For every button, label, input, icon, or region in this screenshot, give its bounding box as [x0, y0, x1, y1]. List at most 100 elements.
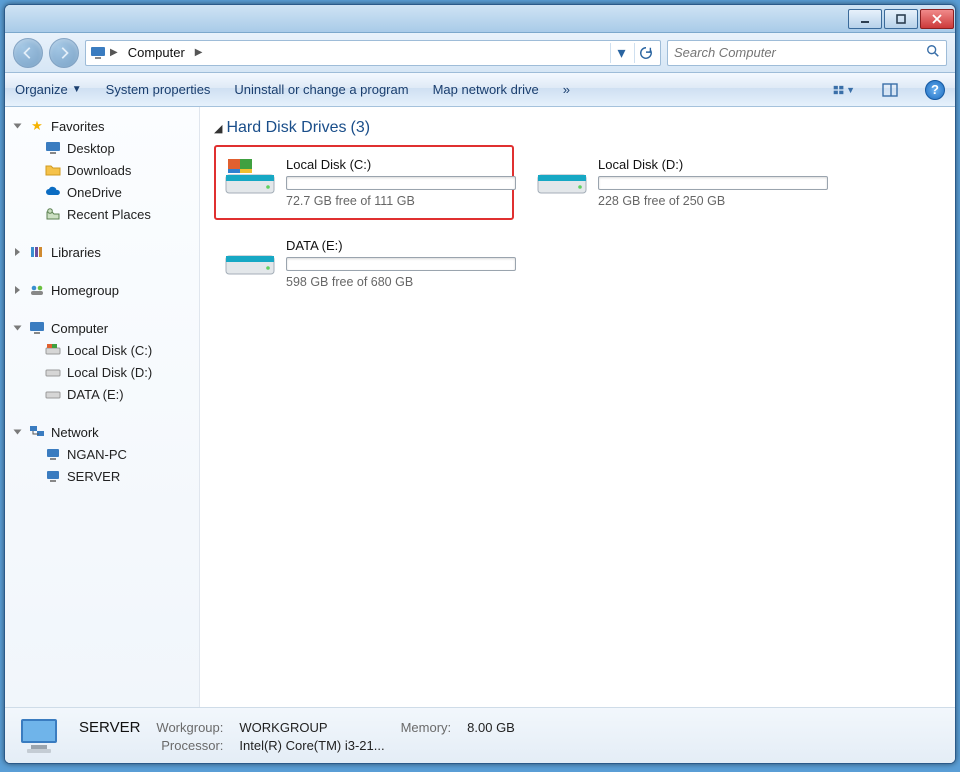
homegroup-icon — [29, 282, 45, 298]
sidebar-item-label: Local Disk (D:) — [67, 365, 152, 380]
more-actions-button[interactable]: » — [563, 82, 570, 97]
explorer-window: ▶ Computer ▶ ▾ Organize ▼ System propert… — [4, 4, 956, 764]
sidebar-item-label: Recent Places — [67, 207, 151, 222]
sidebar-item-data-e[interactable]: DATA (E:) — [5, 383, 199, 405]
status-workgroup-label: Workgroup: — [156, 720, 223, 735]
computer-icon — [90, 45, 106, 61]
section-header[interactable]: ◢ Hard Disk Drives (3) — [214, 115, 941, 145]
favorites-label: Favorites — [51, 119, 104, 134]
libraries-label: Libraries — [51, 245, 101, 260]
uninstall-program-button[interactable]: Uninstall or change a program — [234, 82, 408, 97]
sidebar-item-label: Desktop — [67, 141, 115, 156]
network-icon — [29, 424, 45, 440]
chevron-right-icon: ▶ — [110, 47, 118, 58]
sidebar-item-recent-places[interactable]: Recent Places — [5, 203, 199, 225]
hard-drive-icon — [224, 157, 276, 199]
sidebar-item-label: NGAN-PC — [67, 447, 127, 462]
sidebar-item-desktop[interactable]: Desktop — [5, 137, 199, 159]
drive-name: DATA (E:) — [286, 238, 516, 253]
sidebar-item-local-disk-d[interactable]: Local Disk (D:) — [5, 361, 199, 383]
hard-drive-icon — [536, 157, 588, 199]
drive-name: Local Disk (D:) — [598, 157, 828, 172]
network-group[interactable]: Network — [5, 421, 199, 443]
minimize-button[interactable] — [848, 9, 882, 29]
status-workgroup-value: WORKGROUP — [239, 720, 384, 735]
libraries-icon — [29, 244, 45, 260]
view-options-button[interactable]: ▼ — [833, 79, 855, 101]
toolbar: Organize ▼ System properties Uninstall o… — [5, 73, 955, 107]
section-title: Hard Disk Drives — [226, 119, 346, 137]
address-history-button[interactable]: ▾ — [610, 43, 632, 63]
sidebar-item-label: Local Disk (C:) — [67, 343, 152, 358]
search-icon — [926, 44, 940, 61]
breadcrumb-computer[interactable]: Computer — [122, 45, 191, 60]
cloud-icon — [45, 184, 61, 200]
navigation-bar: ▶ Computer ▶ ▾ — [5, 33, 955, 73]
section-count: (3) — [350, 119, 370, 137]
libraries-group[interactable]: Libraries — [5, 241, 199, 263]
details-pane: SERVER Workgroup: WORKGROUP Memory: 8.00… — [5, 707, 955, 763]
maximize-button[interactable] — [884, 9, 918, 29]
chevron-right-icon: ▶ — [195, 47, 203, 58]
sidebar-item-local-disk-c[interactable]: Local Disk (C:) — [5, 339, 199, 361]
drive-icon — [45, 386, 61, 402]
pc-icon — [45, 446, 61, 462]
organize-label: Organize — [15, 82, 68, 97]
collapse-icon: ◢ — [214, 122, 222, 135]
drive-free-text: 598 GB free of 680 GB — [286, 275, 516, 289]
star-icon: ★ — [29, 118, 45, 134]
computer-icon — [29, 320, 45, 336]
back-button[interactable] — [13, 38, 43, 68]
drive-card[interactable]: DATA (E:) 598 GB free of 680 GB — [214, 226, 514, 301]
system-properties-button[interactable]: System properties — [106, 82, 211, 97]
computer-group[interactable]: Computer — [5, 317, 199, 339]
status-processor-label: Processor: — [156, 738, 223, 753]
sidebar-item-label: SERVER — [67, 469, 120, 484]
sidebar-item-downloads[interactable]: Downloads — [5, 159, 199, 181]
sidebar-item-label: DATA (E:) — [67, 387, 124, 402]
sidebar-item-onedrive[interactable]: OneDrive — [5, 181, 199, 203]
content-pane: ◢ Hard Disk Drives (3) Local Disk (C:) 7… — [200, 107, 955, 707]
address-bar[interactable]: ▶ Computer ▶ ▾ — [85, 40, 661, 66]
drive-free-text: 228 GB free of 250 GB — [598, 194, 828, 208]
drive-card[interactable]: Local Disk (C:) 72.7 GB free of 111 GB — [214, 145, 514, 220]
navigation-pane: ★ Favorites Desktop Downloads — [5, 107, 200, 707]
map-network-drive-button[interactable]: Map network drive — [433, 82, 539, 97]
forward-button[interactable] — [49, 38, 79, 68]
chevron-down-icon: ▼ — [72, 84, 82, 95]
preview-pane-button[interactable] — [879, 79, 901, 101]
pc-icon — [45, 468, 61, 484]
favorites-group[interactable]: ★ Favorites — [5, 115, 199, 137]
status-processor-value: Intel(R) Core(TM) i3-21... — [239, 738, 384, 753]
capacity-bar — [286, 257, 516, 271]
status-computer-name: SERVER — [79, 719, 140, 736]
drive-free-text: 72.7 GB free of 111 GB — [286, 194, 516, 208]
help-button[interactable]: ? — [925, 80, 945, 100]
refresh-button[interactable] — [634, 43, 656, 63]
drive-name: Local Disk (C:) — [286, 157, 516, 172]
chevron-down-icon: ▼ — [846, 85, 855, 95]
sidebar-item-ngan-pc[interactable]: NGAN-PC — [5, 443, 199, 465]
homegroup-group[interactable]: Homegroup — [5, 279, 199, 301]
sidebar-item-server[interactable]: SERVER — [5, 465, 199, 487]
search-box[interactable] — [667, 40, 947, 66]
network-label: Network — [51, 425, 99, 440]
computer-large-icon — [17, 715, 65, 757]
drive-card[interactable]: Local Disk (D:) 228 GB free of 250 GB — [526, 145, 826, 220]
computer-label: Computer — [51, 321, 108, 336]
sidebar-item-label: OneDrive — [67, 185, 122, 200]
status-memory-label: Memory: — [401, 720, 452, 735]
desktop-icon — [45, 140, 61, 156]
homegroup-label: Homegroup — [51, 283, 119, 298]
hard-drive-icon — [224, 238, 276, 280]
status-memory-value: 8.00 GB — [467, 720, 515, 735]
organize-button[interactable]: Organize ▼ — [15, 82, 82, 97]
recent-places-icon — [45, 206, 61, 222]
titlebar — [5, 5, 955, 33]
folder-icon — [45, 162, 61, 178]
sidebar-item-label: Downloads — [67, 163, 131, 178]
close-button[interactable] — [920, 9, 954, 29]
capacity-bar — [286, 176, 516, 190]
drive-icon — [45, 364, 61, 380]
search-input[interactable] — [674, 45, 940, 60]
